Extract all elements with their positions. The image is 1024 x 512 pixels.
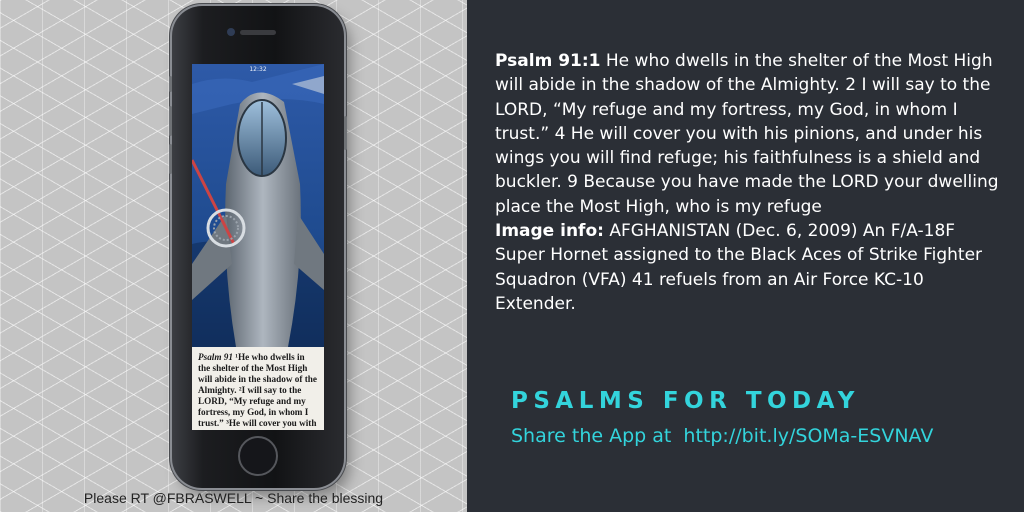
phone-screen: 12:32 Psalm 91 ¹He who dwells in the she…	[192, 64, 324, 430]
brand-title: PSALMS FOR TODAY	[511, 388, 860, 414]
caption-text: Please RT @FBRASWELL ~ Share the blessin…	[83, 490, 384, 506]
power-button	[344, 116, 347, 150]
screen-verse-label: Psalm 91	[198, 352, 233, 362]
home-button	[238, 436, 278, 476]
status-bar-time: 12:32	[249, 66, 267, 73]
jet-refueling-photo	[192, 64, 324, 347]
verse-reference: Psalm 91:1	[495, 51, 601, 71]
image-info-label: Image info:	[495, 221, 604, 242]
verse-text-block: Psalm 91:1 He who dwells in the shelter …	[495, 49, 1005, 316]
speaker-grille	[240, 30, 276, 35]
left-panel: 12:32 Psalm 91 ¹He who dwells in the she…	[0, 0, 467, 512]
screen-verse-text: Psalm 91 ¹He who dwells in the shelter o…	[192, 347, 324, 430]
mute-switch	[169, 76, 172, 92]
front-camera-icon	[227, 28, 235, 36]
verse-body: He who dwells in the shelter of the Most…	[495, 51, 999, 217]
screen-verse-body: ¹He who dwells in the shelter of the Mos…	[198, 352, 317, 430]
volume-down-button	[169, 144, 172, 174]
phone-mockup: 12:32 Psalm 91 ¹He who dwells in the she…	[169, 6, 347, 488]
volume-up-button	[169, 106, 172, 136]
share-app-link[interactable]: Share the App at http://bit.ly/SOMa-ESVN…	[511, 425, 933, 447]
